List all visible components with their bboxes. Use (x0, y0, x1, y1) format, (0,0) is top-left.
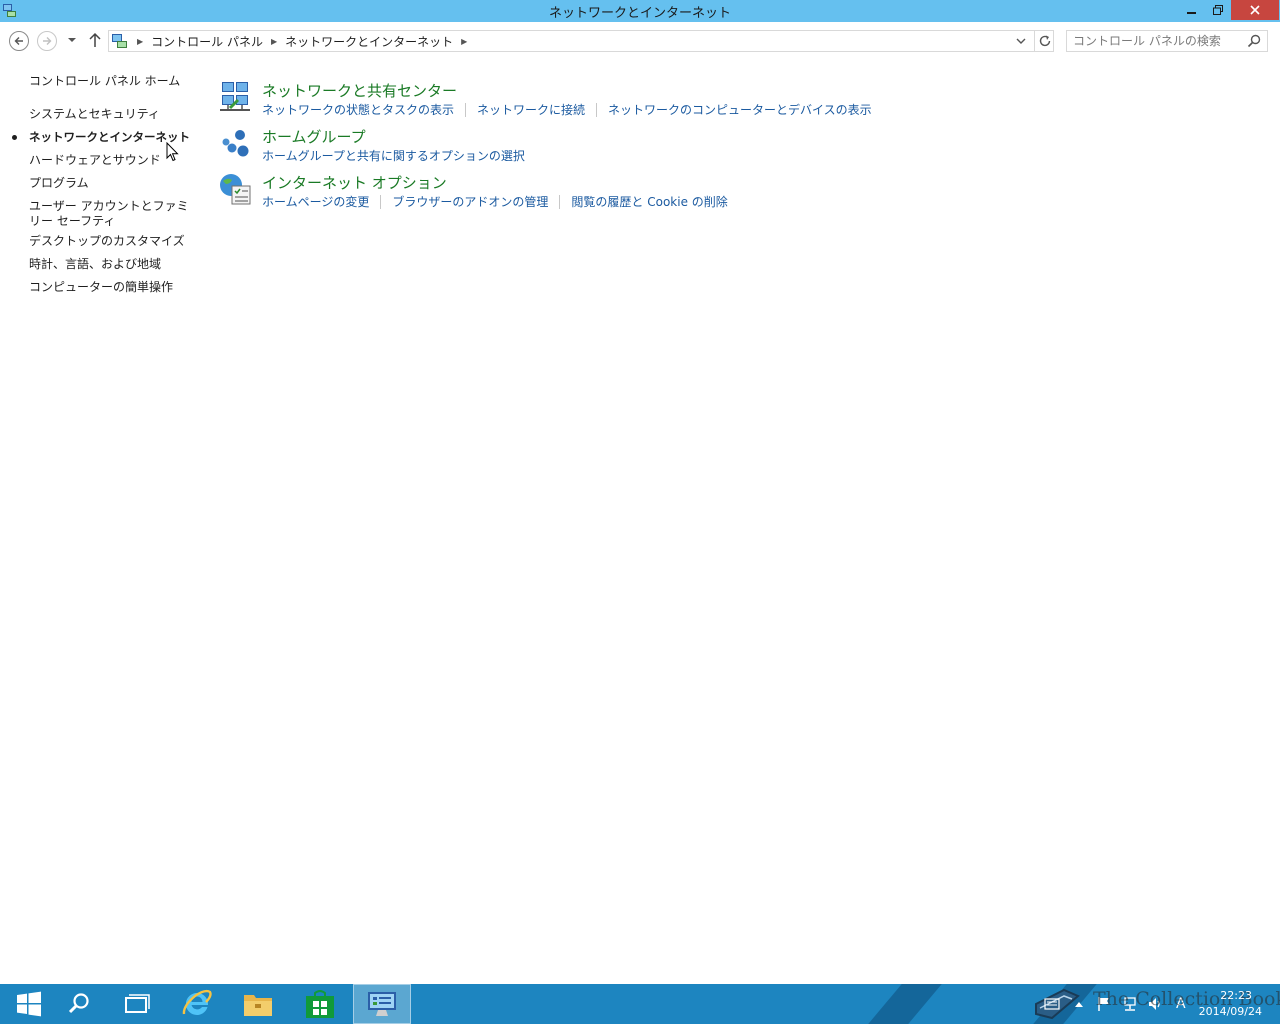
control-panel-location-icon (112, 34, 127, 48)
network-sharing-center-icon[interactable] (218, 80, 252, 114)
clock-date[interactable]: 2014/09/24 (1196, 1005, 1266, 1018)
view-network-status-link[interactable]: ネットワークの状態とタスクの表示 (262, 101, 454, 118)
nav-item-desktop-personalization[interactable]: デスクトップのカスタマイズ (29, 234, 195, 249)
mouse-cursor-icon (166, 142, 179, 162)
store-icon (306, 990, 334, 1018)
minimize-button[interactable] (1179, 0, 1205, 20)
recent-locations-chevron-icon[interactable] (66, 34, 78, 46)
search-box[interactable] (1066, 30, 1268, 52)
up-arrow-icon[interactable] (88, 32, 102, 48)
breadcrumb-control-panel[interactable]: コントロール パネル (151, 33, 263, 50)
title-bar: ネットワークとインターネット (0, 0, 1280, 22)
homegroup-options-link[interactable]: ホームグループと共有に関するオプションの選択 (262, 147, 525, 164)
navigation-bar: ▶ コントロール パネル ▶ ネットワークとインターネット ▶ (0, 22, 1280, 60)
nav-item-ease-of-access[interactable]: コンピューターの簡単操作 (29, 280, 195, 295)
view-network-computers-link[interactable]: ネットワークのコンピューターとデバイスの表示 (608, 101, 872, 118)
connect-to-network-link[interactable]: ネットワークに接続 (477, 101, 585, 118)
search-icon (68, 993, 89, 1014)
internet-options-links: ホームページの変更 ブラウザーのアドオンの管理 閲覧の履歴と Cookie の削… (262, 193, 728, 210)
taskbar-decoration (868, 984, 942, 1024)
task-view-icon (125, 994, 150, 1013)
refresh-button[interactable] (1034, 31, 1054, 51)
nav-item-programs[interactable]: プログラム (29, 176, 195, 191)
delete-browsing-history-link[interactable]: 閲覧の履歴と Cookie の削除 (571, 193, 727, 210)
store-button[interactable] (291, 984, 349, 1024)
close-button[interactable] (1231, 0, 1279, 20)
nav-item-clock-language-region[interactable]: 時計、言語、および地域 (29, 257, 195, 272)
restore-icon (1213, 5, 1223, 15)
control-panel-icon (368, 992, 396, 1016)
restore-button[interactable] (1205, 0, 1231, 20)
active-item-bullet-icon (12, 135, 17, 140)
minimize-icon (1187, 12, 1196, 14)
breadcrumb-network-internet[interactable]: ネットワークとインターネット (285, 33, 453, 50)
address-dropdown-chevron-icon[interactable] (1014, 34, 1028, 48)
file-explorer-icon (244, 995, 272, 1016)
breadcrumb: ▶ コントロール パネル ▶ ネットワークとインターネット ▶ (133, 33, 475, 50)
link-divider (559, 194, 561, 209)
homegroup-title[interactable]: ホームグループ (262, 126, 366, 147)
forward-button[interactable] (37, 31, 57, 51)
nav-item-user-accounts[interactable]: ユーザー アカウントとファミリー セーフティ (29, 199, 193, 229)
homegroup-links: ホームグループと共有に関するオプションの選択 (262, 147, 525, 164)
address-bar[interactable]: ▶ コントロール パネル ▶ ネットワークとインターネット ▶ (108, 30, 1054, 52)
show-hidden-icons-chevron-icon[interactable] (1074, 1000, 1084, 1008)
breadcrumb-separator-icon[interactable]: ▶ (461, 37, 467, 46)
internet-explorer-icon (182, 989, 212, 1015)
keyboard-icon[interactable] (1044, 998, 1060, 1010)
file-explorer-button[interactable] (229, 984, 287, 1024)
clock-time[interactable]: 22:23 (1206, 989, 1266, 1002)
window-title: ネットワークとインターネット (548, 6, 731, 21)
breadcrumb-separator-icon[interactable]: ▶ (271, 37, 277, 46)
start-icon (17, 991, 41, 1017)
change-homepage-link[interactable]: ホームページの変更 (262, 193, 369, 210)
internet-options-icon[interactable] (218, 172, 252, 206)
search-icon[interactable] (1247, 34, 1261, 48)
control-panel-home-link[interactable]: コントロール パネル ホーム (29, 74, 195, 89)
control-panel-taskbar-button[interactable] (353, 984, 411, 1024)
search-taskbar-button[interactable] (50, 984, 108, 1024)
search-input[interactable] (1073, 33, 1243, 49)
task-view-button[interactable] (108, 984, 166, 1024)
breadcrumb-separator-icon[interactable]: ▶ (137, 37, 143, 46)
nav-item-system-security[interactable]: システムとセキュリティ (29, 107, 195, 122)
link-divider (380, 194, 382, 209)
forward-arrow-icon (43, 37, 52, 45)
back-button[interactable] (9, 31, 29, 51)
taskbar: A The Collection Book 22:23 2014/09/24 (0, 984, 1280, 1024)
refresh-icon (1039, 35, 1051, 47)
internet-options-title[interactable]: インターネット オプション (262, 172, 447, 193)
link-divider (596, 102, 598, 117)
back-arrow-icon (14, 37, 23, 45)
network-sharing-center-title[interactable]: ネットワークと共有センター (262, 80, 457, 101)
homegroup-icon[interactable] (218, 126, 252, 160)
network-sharing-center-links: ネットワークの状態とタスクの表示 ネットワークに接続 ネットワークのコンピュータ… (262, 101, 872, 118)
manage-addons-link[interactable]: ブラウザーのアドオンの管理 (392, 193, 548, 210)
link-divider (465, 102, 467, 117)
internet-explorer-button[interactable] (168, 984, 226, 1024)
close-icon (1250, 5, 1260, 15)
